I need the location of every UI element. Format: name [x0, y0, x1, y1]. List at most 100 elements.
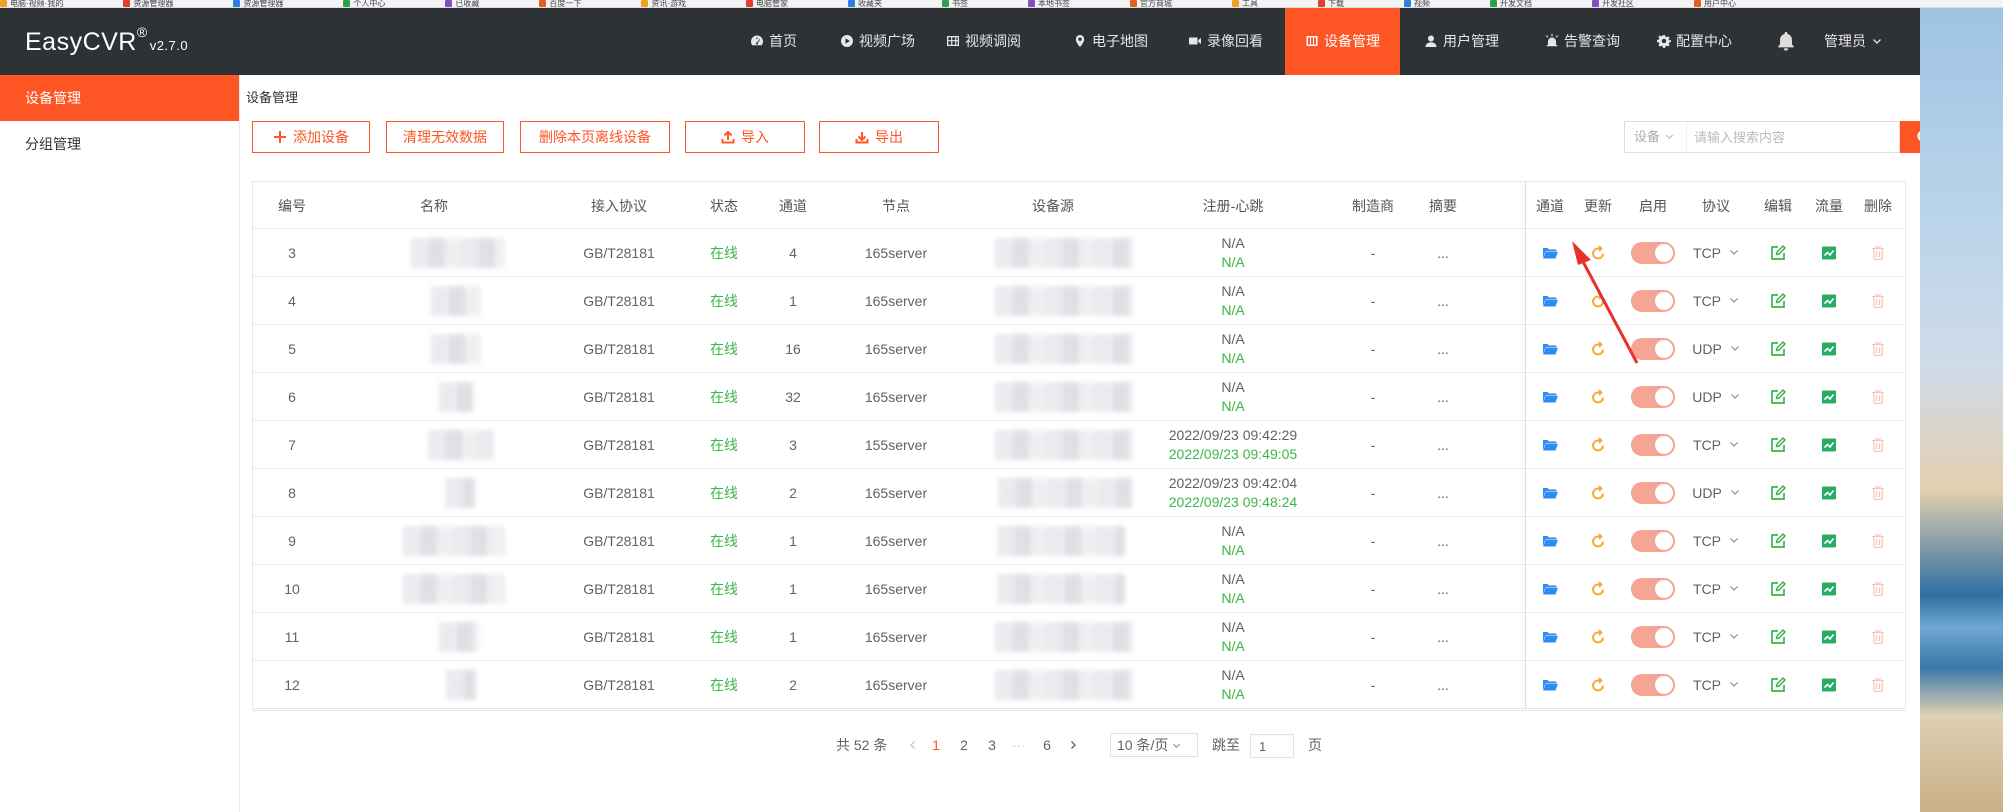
page-1[interactable]: 1 — [930, 731, 942, 759]
delete-offline-devices-button[interactable]: 删除本页离线设备 — [520, 121, 670, 153]
edit-button[interactable] — [1753, 277, 1803, 325]
transport-select[interactable]: TCP — [1693, 677, 1739, 693]
import-button[interactable]: 导入 — [685, 121, 805, 153]
edit-button[interactable] — [1753, 613, 1803, 661]
chevron-right-icon[interactable] — [1068, 740, 1078, 750]
delete-button[interactable] — [1851, 277, 1905, 325]
traffic-button[interactable] — [1801, 277, 1857, 325]
table-row[interactable]: 8 GB/T28181 在线 2 165server 2022/09/23 09:42:0… — [253, 469, 1905, 517]
bell-icon[interactable] — [1775, 30, 1797, 52]
channel-folder-button[interactable] — [1525, 469, 1575, 517]
traffic-chart-icon[interactable] — [1820, 292, 1838, 310]
folder-open-icon[interactable] — [1541, 388, 1559, 406]
jump-page-input[interactable] — [1250, 734, 1294, 758]
table-row[interactable]: 4 GB/T28181 在线 1 165server N/A N/A -... TCP — [253, 277, 1905, 325]
table-row[interactable]: 5 GB/T28181 在线 16 165server N/A N/A -... UDP — [253, 325, 1905, 373]
bookmark-item[interactable]: 视频 — [1404, 0, 1430, 7]
update-button[interactable] — [1573, 421, 1623, 469]
page-size-select[interactable]: 10 条/页 — [1110, 733, 1198, 757]
bookmark-item[interactable]: 下载 — [1318, 0, 1344, 7]
summary[interactable]: ... — [1437, 485, 1449, 501]
search-input[interactable] — [1688, 122, 1848, 152]
add-device-button[interactable]: 添加设备 — [252, 121, 370, 153]
search-type-select[interactable]: 设备 — [1625, 122, 1687, 152]
transport-select[interactable]: TCP — [1693, 629, 1739, 645]
trash-icon[interactable] — [1869, 340, 1887, 358]
edit-button[interactable] — [1753, 325, 1803, 373]
export-button[interactable]: 导出 — [819, 121, 939, 153]
edit-icon[interactable] — [1769, 244, 1787, 262]
page-3[interactable]: 3 — [986, 731, 998, 759]
nav-item-4[interactable]: 电子地图 — [1053, 8, 1168, 75]
transport-select[interactable]: UDP — [1692, 389, 1740, 405]
delete-button[interactable] — [1851, 373, 1905, 421]
transport-select[interactable]: TCP — [1693, 293, 1739, 309]
summary[interactable]: ... — [1437, 245, 1449, 261]
summary[interactable]: ... — [1437, 293, 1449, 309]
table-row[interactable]: 7 GB/T28181 在线 3 155server 2022/09/23 09:42:2… — [253, 421, 1905, 469]
traffic-chart-icon[interactable] — [1820, 244, 1838, 262]
enable-toggle[interactable] — [1631, 338, 1675, 360]
edit-icon[interactable] — [1769, 676, 1787, 694]
update-button[interactable] — [1573, 517, 1623, 565]
summary[interactable]: ... — [1437, 437, 1449, 453]
delete-button[interactable] — [1851, 661, 1905, 709]
table-row[interactable]: 11 GB/T28181 在线 1 165server N/A N/A -... TCP — [253, 613, 1905, 661]
refresh-icon[interactable] — [1589, 628, 1607, 646]
traffic-button[interactable] — [1801, 661, 1857, 709]
delete-button[interactable] — [1851, 421, 1905, 469]
transport-select[interactable]: TCP — [1693, 581, 1739, 597]
page-2[interactable]: 2 — [958, 731, 970, 759]
trash-icon[interactable] — [1869, 292, 1887, 310]
table-row[interactable]: 3 GB/T28181 在线 4 165server N/A N/A -... TCP — [253, 229, 1905, 277]
bookmark-item[interactable]: 本地书签 — [1028, 0, 1070, 7]
refresh-icon[interactable] — [1589, 580, 1607, 598]
nav-item-9[interactable]: 配置中心 — [1637, 8, 1752, 75]
traffic-button[interactable] — [1801, 229, 1857, 277]
traffic-chart-icon[interactable] — [1820, 580, 1838, 598]
folder-open-icon[interactable] — [1541, 484, 1559, 502]
folder-open-icon[interactable] — [1541, 436, 1559, 454]
nav-item-1[interactable]: 首页 — [730, 8, 817, 75]
trash-icon[interactable] — [1869, 388, 1887, 406]
update-button[interactable] — [1573, 661, 1623, 709]
bookmark-item[interactable]: 开发社区 — [1592, 0, 1634, 7]
channel-folder-button[interactable] — [1525, 517, 1575, 565]
traffic-button[interactable] — [1801, 373, 1857, 421]
delete-button[interactable] — [1851, 565, 1905, 613]
nav-item-3[interactable]: 视频调阅 — [926, 8, 1041, 75]
chevron-left-icon[interactable] — [908, 740, 918, 750]
bookmark-item[interactable]: 已收藏 — [445, 0, 479, 7]
summary[interactable]: ... — [1437, 533, 1449, 549]
enable-toggle[interactable] — [1631, 626, 1675, 648]
edit-icon[interactable] — [1769, 388, 1787, 406]
refresh-icon[interactable] — [1589, 292, 1607, 310]
folder-open-icon[interactable] — [1541, 580, 1559, 598]
transport-select[interactable]: TCP — [1693, 437, 1739, 453]
transport-select[interactable]: TCP — [1693, 245, 1739, 261]
nav-item-6[interactable]: 设备管理 — [1285, 8, 1400, 75]
refresh-icon[interactable] — [1589, 340, 1607, 358]
table-row[interactable]: 9 GB/T28181 在线 1 165server N/A N/A -... TCP — [253, 517, 1905, 565]
traffic-button[interactable] — [1801, 517, 1857, 565]
folder-open-icon[interactable] — [1541, 628, 1559, 646]
traffic-chart-icon[interactable] — [1820, 388, 1838, 406]
refresh-icon[interactable] — [1589, 244, 1607, 262]
sidebar-item-group-management[interactable]: 分组管理 — [0, 121, 239, 167]
edit-icon[interactable] — [1769, 436, 1787, 454]
channel-folder-button[interactable] — [1525, 325, 1575, 373]
folder-open-icon[interactable] — [1541, 532, 1559, 550]
update-button[interactable] — [1573, 565, 1623, 613]
traffic-chart-icon[interactable] — [1820, 532, 1838, 550]
traffic-button[interactable] — [1801, 469, 1857, 517]
trash-icon[interactable] — [1869, 580, 1887, 598]
enable-toggle[interactable] — [1631, 674, 1675, 696]
traffic-button[interactable] — [1801, 325, 1857, 373]
edit-button[interactable] — [1753, 517, 1803, 565]
bookmark-item[interactable]: 资源管理器 — [123, 0, 173, 7]
traffic-chart-icon[interactable] — [1820, 484, 1838, 502]
folder-open-icon[interactable] — [1541, 676, 1559, 694]
enable-toggle[interactable] — [1631, 482, 1675, 504]
edit-button[interactable] — [1753, 469, 1803, 517]
channel-folder-button[interactable] — [1525, 613, 1575, 661]
